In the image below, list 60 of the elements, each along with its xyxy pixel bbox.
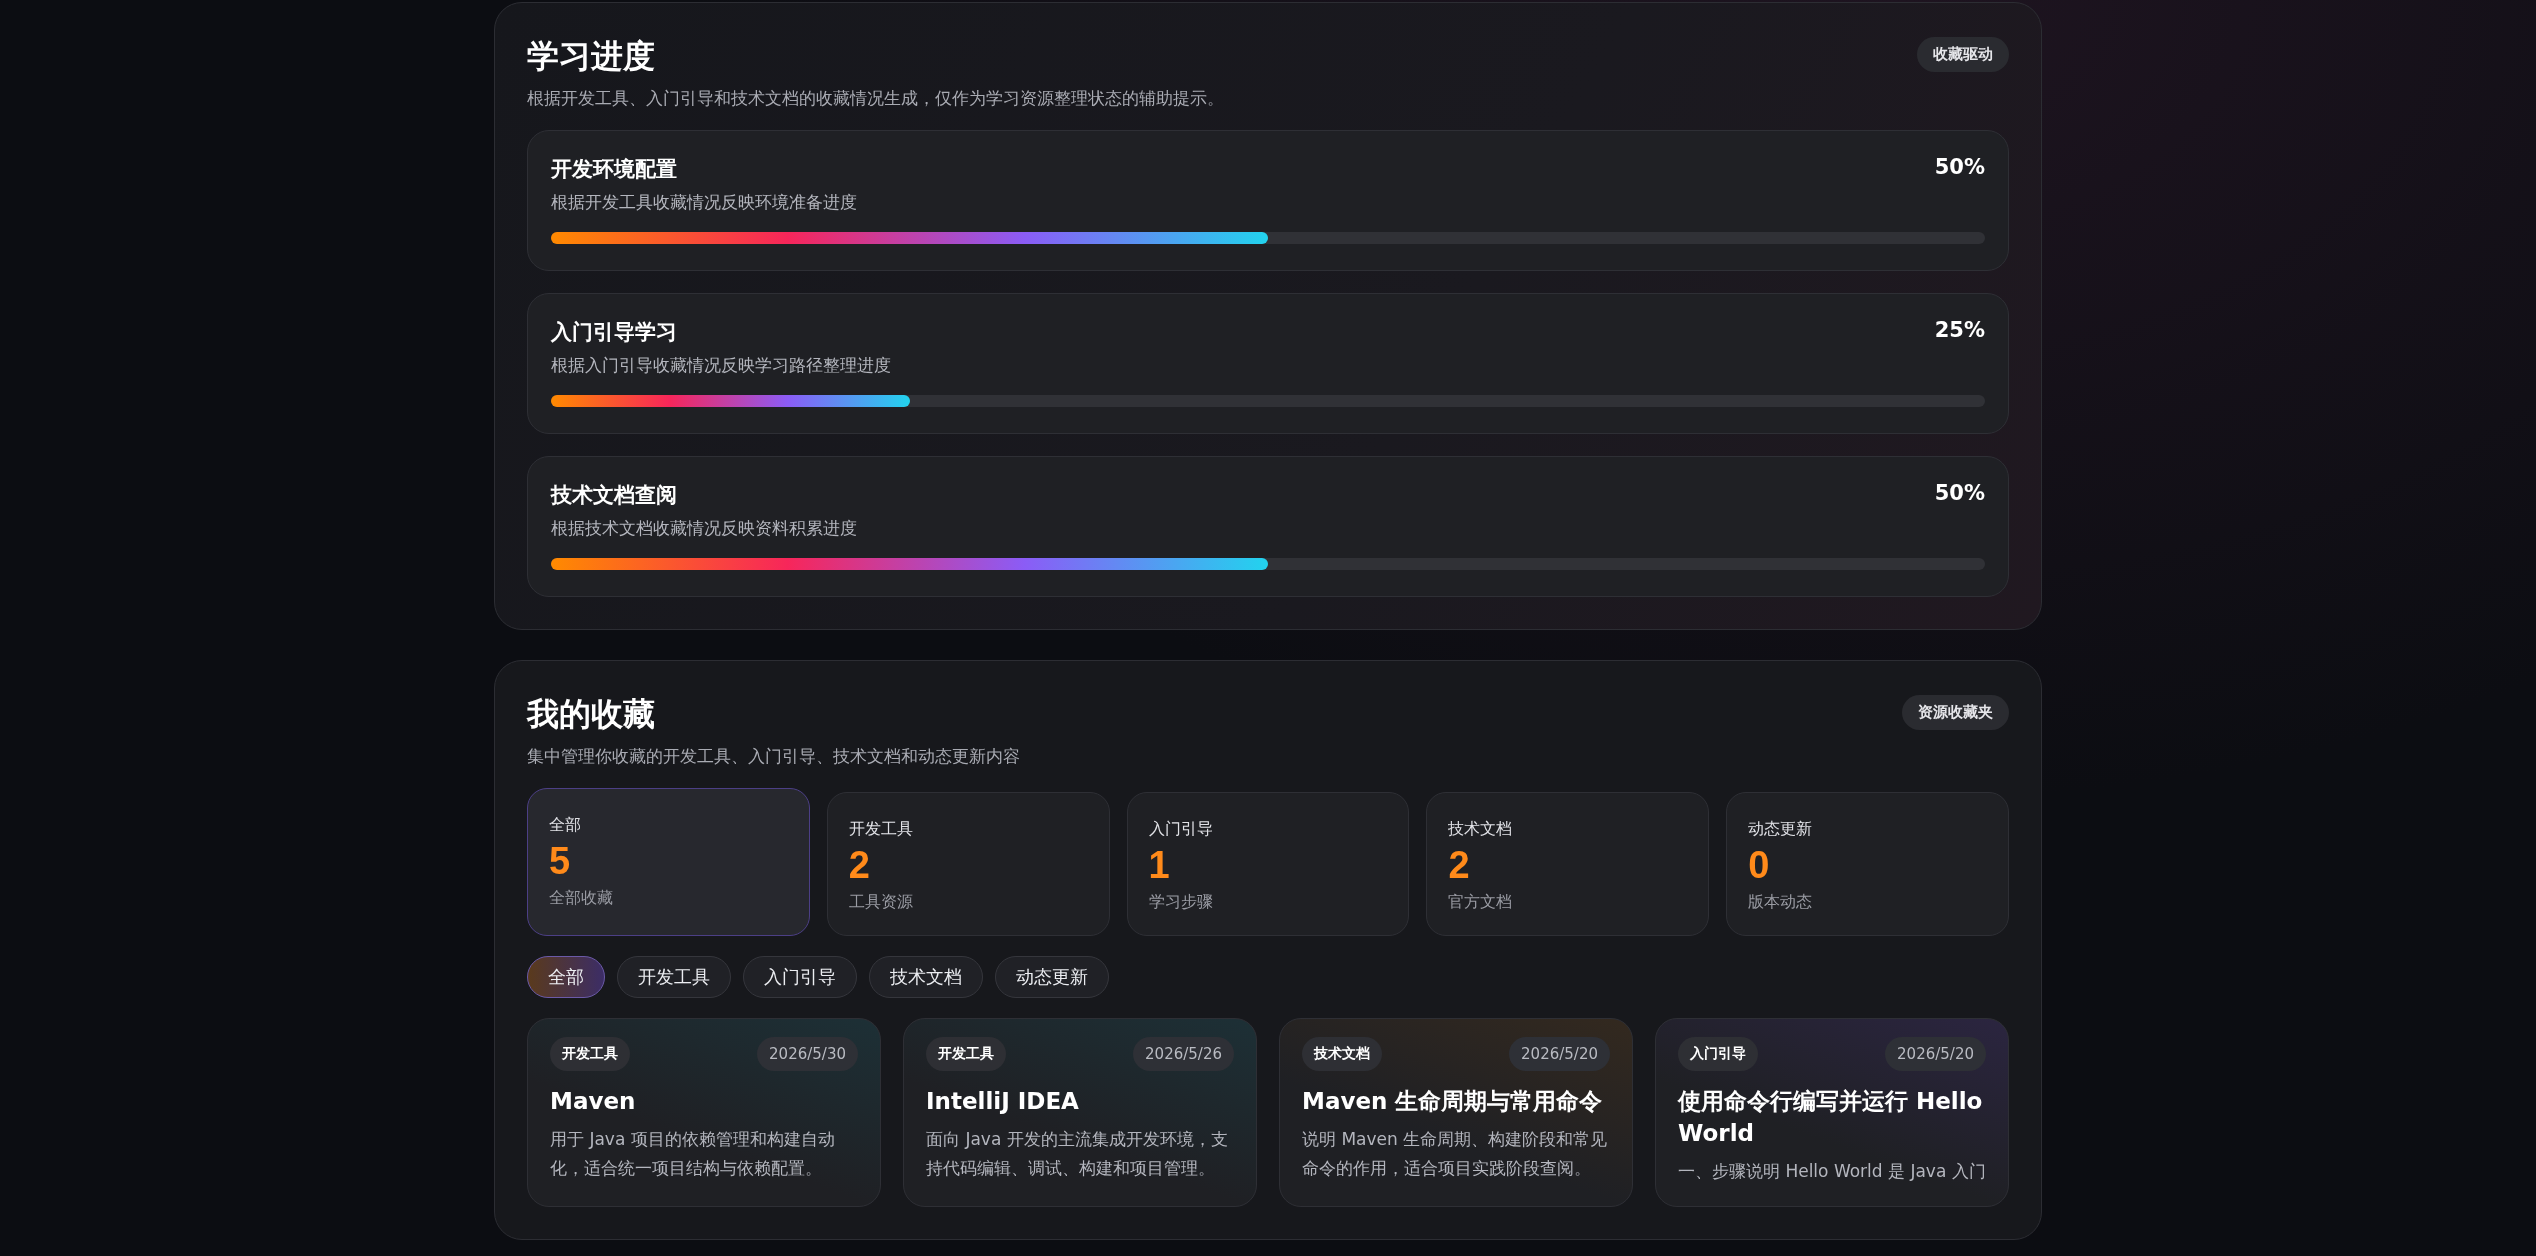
date-label: 2026/5/20	[1885, 1036, 1986, 1071]
stat-label: 全部	[549, 815, 582, 836]
resource-description: 用于 Java 项目的依赖管理和构建自动化，适合统一项目结构与依赖配置。	[550, 1127, 836, 1180]
date-label: 2026/5/20	[1509, 1036, 1610, 1071]
progress-title: 入门引导学习	[551, 319, 677, 346]
resource-title: IntelliJ IDEA	[926, 1086, 1080, 1116]
resource-card[interactable]: 开发工具 2026/5/30 Maven 用于 Java 项目的依赖管理和构建自动化，适合统一项目结构与依赖配置。	[527, 1017, 881, 1207]
stat-card[interactable]: 技术文档 2 官方文档	[1426, 792, 1710, 936]
stat-caption: 学习步骤	[1148, 891, 1214, 913]
progress-description: 根据技术文档收藏情况反映资料积累进度	[551, 517, 858, 540]
stat-count: 2	[848, 844, 871, 888]
stat-card[interactable]: 全部 5 全部收藏	[527, 788, 810, 936]
progress-percent: 50%	[1934, 481, 1985, 507]
resource-card[interactable]: 入门引导 2026/5/20 使用命令行编写并运行 Hello World 一、步骤说明 Hello World 是 Java 入门	[1655, 1017, 2009, 1207]
resource-title: Maven	[550, 1086, 637, 1116]
filter-chip[interactable]: 开发工具	[617, 955, 731, 998]
panel-title: 学习进度	[527, 36, 655, 77]
category-tag: 开发工具	[926, 1036, 1006, 1071]
stat-card[interactable]: 开发工具 2 工具资源	[826, 792, 1110, 936]
stat-count: 5	[549, 840, 572, 884]
progress-description: 根据开发工具收藏情况反映环境准备进度	[551, 191, 858, 214]
date-label: 2026/5/26	[1133, 1036, 1234, 1071]
progress-description: 根据入门引导收藏情况反映学习路径整理进度	[551, 354, 892, 377]
panel-badge: 资源收藏夹	[1902, 695, 2009, 730]
stat-count: 2	[1448, 844, 1471, 888]
category-tag: 技术文档	[1302, 1036, 1382, 1071]
filter-chip[interactable]: 全部	[527, 955, 605, 998]
stat-caption: 版本动态	[1748, 891, 1814, 913]
stat-label: 动态更新	[1748, 819, 1814, 840]
progress-percent: 25%	[1934, 318, 1985, 344]
date-label: 2026/5/30	[757, 1036, 858, 1071]
stat-caption: 全部收藏	[549, 887, 614, 909]
resource-title: Maven 生命周期与常用命令	[1302, 1086, 1604, 1116]
stat-card[interactable]: 动态更新 0 版本动态	[1726, 792, 2009, 936]
progress-title: 开发环境配置	[551, 156, 677, 183]
stat-card[interactable]: 入门引导 1 学习步骤	[1126, 792, 1410, 936]
stat-label: 入门引导	[1148, 819, 1214, 840]
filter-chip[interactable]: 动态更新	[995, 955, 1109, 998]
progress-title: 技术文档查阅	[551, 482, 677, 509]
panel-subtitle: 集中管理你收藏的开发工具、入门引导、技术文档和动态更新内容	[527, 745, 1021, 768]
stat-caption: 工具资源	[848, 891, 914, 913]
stat-count: 0	[1748, 844, 1771, 888]
stat-label: 开发工具	[848, 819, 914, 840]
panel-badge: 收藏驱动	[1917, 37, 2009, 72]
resource-description: 一、步骤说明 Hello World 是 Java 入门	[1678, 1160, 1986, 1184]
panel-subtitle: 根据开发工具、入门引导和技术文档的收藏情况生成，仅作为学习资源整理状态的辅助提示。	[527, 87, 1225, 110]
resource-card[interactable]: 技术文档 2026/5/20 Maven 生命周期与常用命令 说明 Maven 生命周期、构建阶段和常见命令的作用，适合项目实践阶段查阅。	[1279, 1017, 1633, 1207]
stat-caption: 官方文档	[1448, 891, 1514, 913]
resource-description: 面向 Java 开发的主流集成开发环境，支持代码编辑、调试、构建和项目管理。	[926, 1127, 1229, 1180]
progress-percent: 50%	[1934, 155, 1985, 181]
panel-title: 我的收藏	[527, 694, 655, 735]
resource-description: 说明 Maven 生命周期、构建阶段和常见命令的作用，适合项目实践阶段查阅。	[1302, 1127, 1609, 1180]
resource-title: 使用命令行编写并运行 Hello World	[1678, 1086, 1984, 1148]
category-tag: 入门引导	[1678, 1036, 1758, 1071]
category-tag: 开发工具	[550, 1036, 630, 1071]
filter-chip[interactable]: 技术文档	[869, 955, 983, 998]
stat-count: 1	[1148, 844, 1171, 888]
filter-chip[interactable]: 入门引导	[743, 955, 857, 998]
stat-label: 技术文档	[1448, 819, 1514, 840]
resource-card[interactable]: 开发工具 2026/5/26 IntelliJ IDEA 面向 Java 开发的主流集成开发环境，支持代码编辑、调试、构建和项目管理。	[903, 1017, 1257, 1207]
